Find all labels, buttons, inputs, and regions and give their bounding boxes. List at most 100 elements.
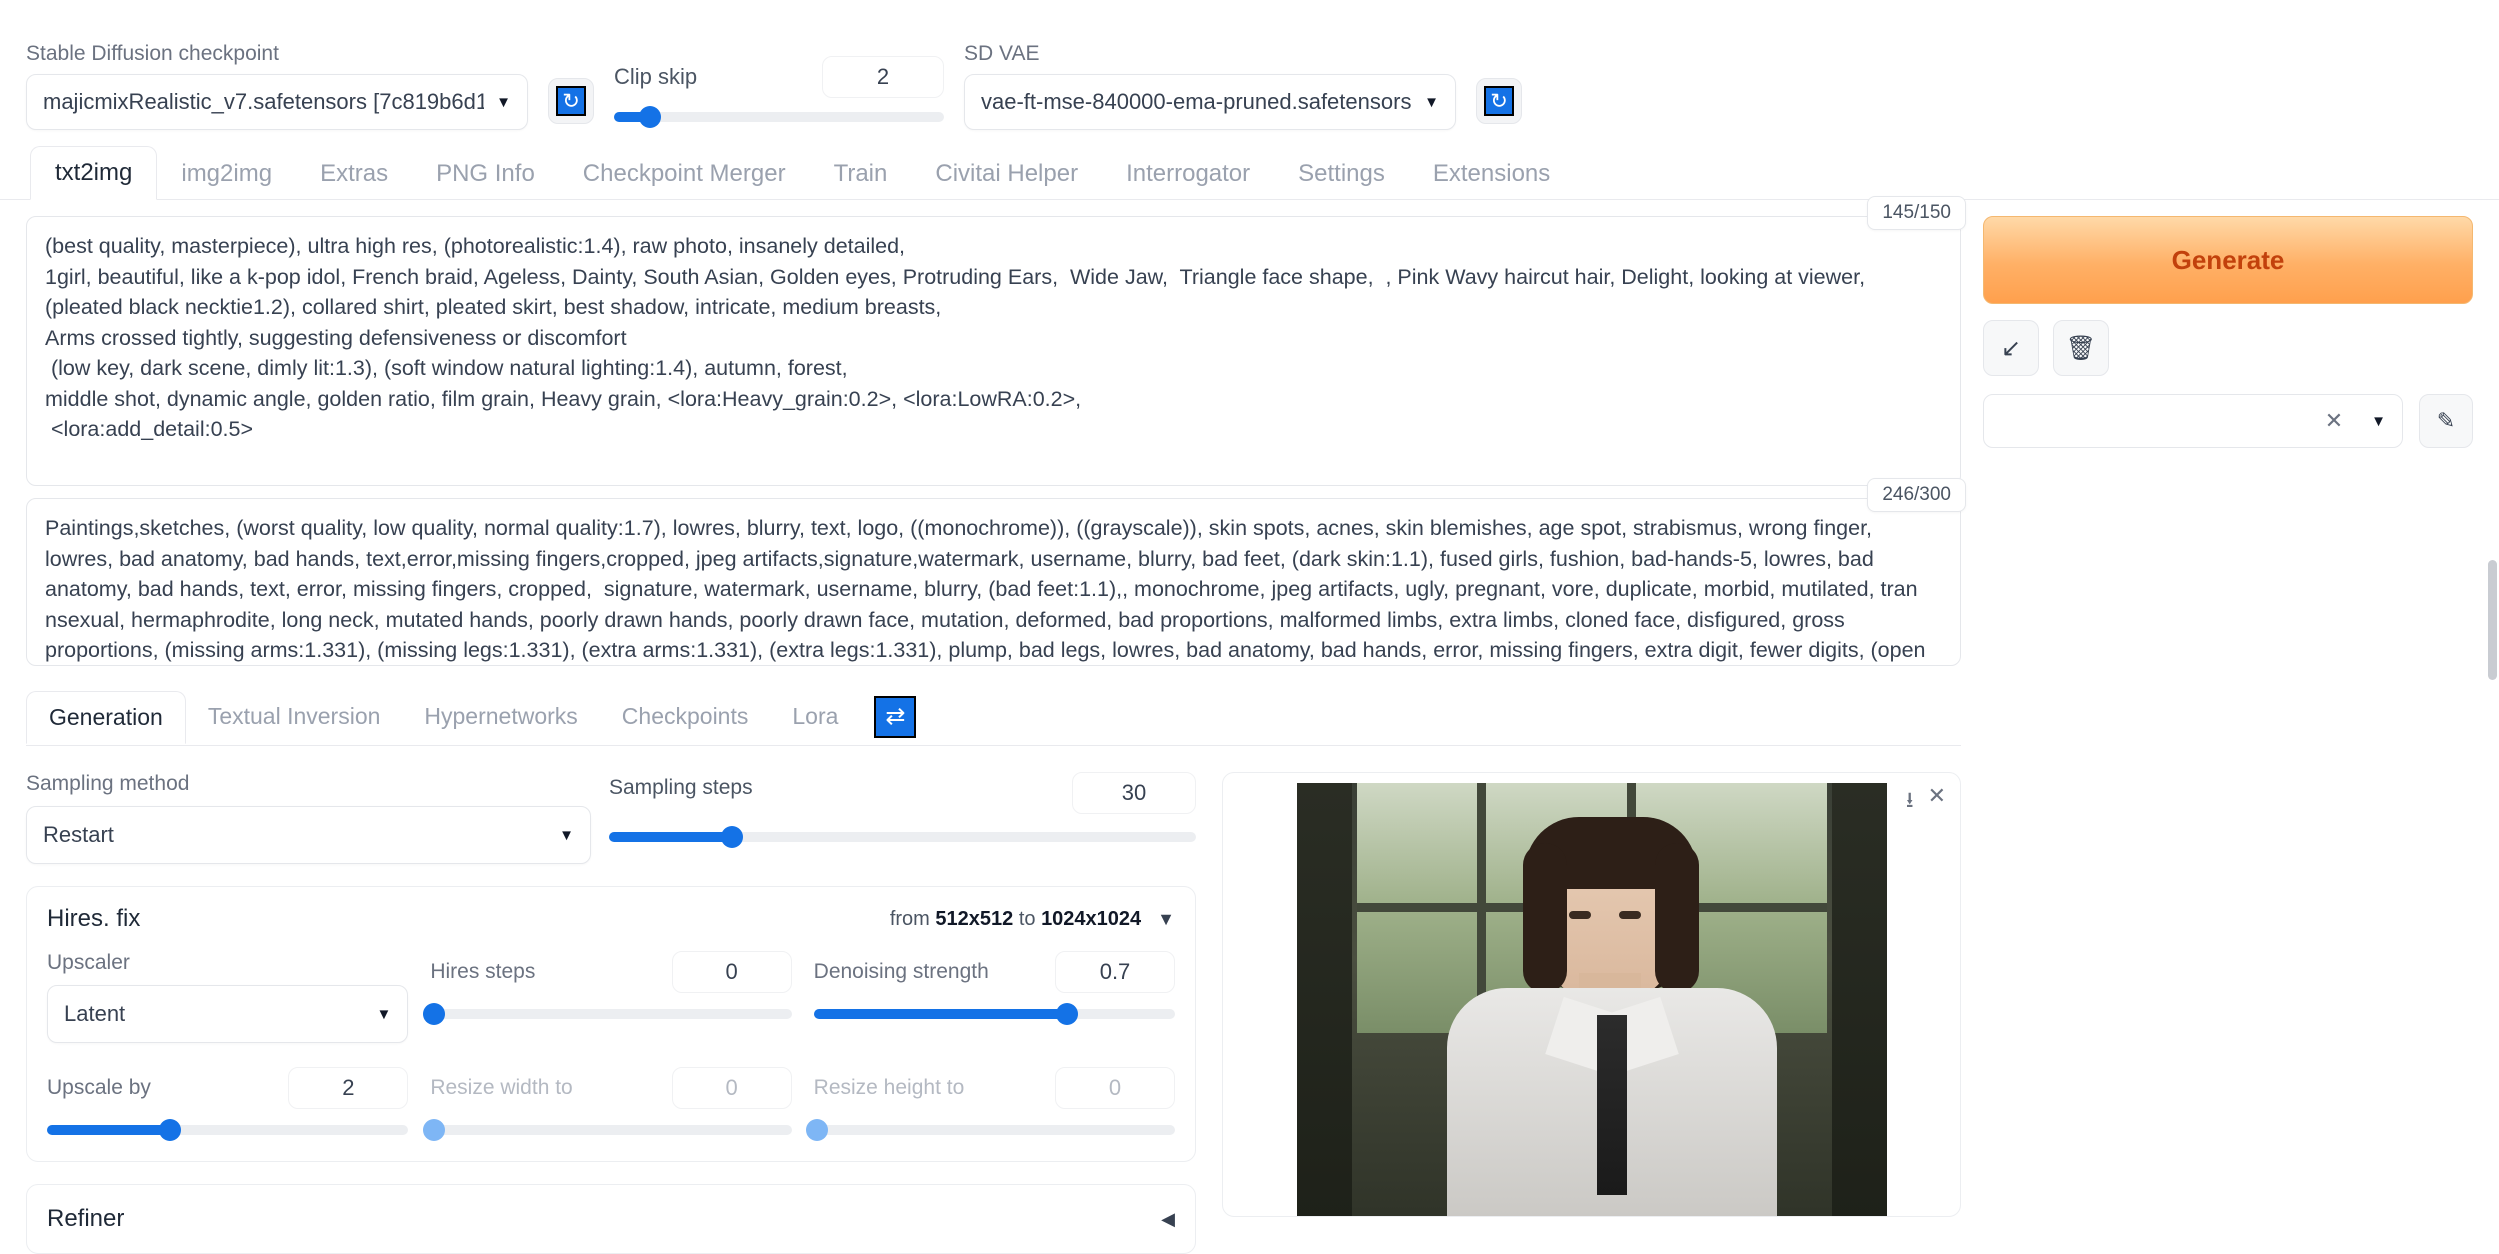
refiner-title: Refiner [47,1205,125,1232]
upscale-by-label: Upscale by [47,1076,151,1099]
tab-checkpoint-merger[interactable]: Checkpoint Merger [559,150,810,199]
tab-civitai-helper[interactable]: Civitai Helper [911,150,1102,199]
positive-token-counter: 145/150 [1867,196,1966,230]
tab-settings[interactable]: Settings [1274,150,1409,199]
subtab-generation[interactable]: Generation [26,690,186,744]
hires-steps-field: Hires steps 0 [422,951,792,1043]
close-x-icon[interactable]: ✕ [1928,783,1946,821]
tab-img2img[interactable]: img2img [157,150,296,199]
slider-thumb[interactable] [158,1119,181,1141]
extra-networks-tab-bar: Generation Textual Inversion Hypernetwor… [26,688,1961,746]
subtab-checkpoints[interactable]: Checkpoints [600,693,771,740]
slider-thumb[interactable] [806,1119,829,1141]
resize-width-label: Resize width to [430,1076,573,1099]
vae-label: SD VAE [964,41,1040,65]
hires-from-size: 512x512 [935,907,1014,930]
hires-to-size: 1024x1024 [1041,907,1142,930]
chevron-down-icon: ▼ [2371,412,2386,430]
denoising-strength-slider[interactable] [813,1003,1175,1025]
subtab-textual-inversion[interactable]: Textual Inversion [186,693,403,740]
slider-thumb[interactable] [422,1003,445,1025]
refiner-panel[interactable]: Refiner ◀ [26,1184,1196,1254]
preview-image-panel[interactable]: ⭳ ✕ [1222,772,1961,1217]
hires-fix-title: Hires. fix [47,905,141,932]
upscaler-dropdown[interactable]: Latent ▼ [47,985,409,1043]
generation-row: Sampling method Restart ▼ Sampling steps… [26,772,1961,1254]
slider-track [430,1009,792,1019]
upscaler-field: Upscaler Latent ▼ [47,951,409,1043]
chevron-down-icon: ▼ [559,826,574,844]
tab-txt2img[interactable]: txt2img [30,146,158,200]
clip-skip-input[interactable]: 2 [822,56,944,98]
upscaler-value: Latent [64,1001,126,1026]
resize-height-field: Resize height to 0 [806,1067,1175,1141]
hires-steps-label: Hires steps [430,960,536,983]
resize-width-slider[interactable] [422,1119,792,1141]
styles-dropdown[interactable]: ✕ ▼ [1983,394,2403,448]
checkpoint-dropdown[interactable]: majicmixRealistic_v7.safetensors [7c819b… [26,74,528,130]
arrow-down-left-icon[interactable]: ↙ [1983,320,2039,376]
refresh-vae-button[interactable]: ↻ [1476,78,1522,124]
resize-height-input[interactable]: 0 [1055,1067,1175,1109]
hires-steps-input[interactable]: 0 [671,951,792,993]
denoising-strength-field: Denoising strength 0.7 [813,951,1175,1043]
tab-extensions[interactable]: Extensions [1409,150,1574,199]
clear-x-icon[interactable]: ✕ [2325,408,2343,434]
refresh-extra-networks-icon[interactable]: ⇄ [874,695,917,738]
checkpoint-field: Stable Diffusion checkpoint majicmixReal… [26,41,528,130]
download-icon[interactable]: ⭳ [1906,783,1914,821]
chevron-down-icon: ▼ [496,93,511,111]
negative-prompt-wrap: 246/300 Paintings,sketches, (worst quali… [26,478,1966,666]
generated-image [1296,783,1887,1216]
tab-train[interactable]: Train [810,150,912,199]
hires-to-word: to [1018,907,1036,930]
hires-fix-panel: Hires. fix from 512x512 to 1024x1024 ▼ U… [26,886,1196,1162]
page-scrollbar[interactable] [2488,560,2497,680]
subtab-hypernetworks[interactable]: Hypernetworks [402,693,599,740]
upscale-by-slider[interactable] [47,1119,409,1141]
chevron-down-icon: ▼ [1424,93,1439,111]
resize-height-slider[interactable] [806,1119,1175,1141]
positive-prompt-input[interactable]: (best quality, masterpiece), ultra high … [26,216,1961,486]
upscale-by-input[interactable]: 2 [288,1067,409,1109]
slider-thumb[interactable] [422,1119,445,1141]
clip-skip-field: Clip skip 2 [614,56,944,128]
resize-height-label: Resize height to [813,1076,965,1099]
refresh-checkpoint-button[interactable]: ↻ [548,78,594,124]
negative-prompt-input[interactable]: Paintings,sketches, (worst quality, low … [26,498,1961,666]
refresh-icon: ↻ [1484,86,1514,116]
upscale-by-field: Upscale by 2 [47,1067,409,1141]
denoising-strength-input[interactable]: 0.7 [1055,951,1175,993]
triangle-down-icon[interactable]: ▼ [1157,909,1175,930]
checkpoint-label: Stable Diffusion checkpoint [26,41,279,65]
resize-width-input[interactable]: 0 [671,1067,792,1109]
denoising-strength-label: Denoising strength [813,960,989,983]
tab-extras[interactable]: Extras [296,150,412,199]
pencil-icon[interactable]: ✎ [2419,394,2473,448]
generation-settings: Sampling method Restart ▼ Sampling steps… [26,772,1196,1254]
trash-icon[interactable]: 🗑 [2053,320,2109,376]
vae-field: SD VAE vae-ft-mse-840000-ema-pruned.safe… [964,41,1456,130]
clip-skip-slider[interactable] [614,106,944,128]
triangle-left-icon[interactable]: ◀ [1161,1209,1175,1230]
sampling-steps-slider[interactable] [609,826,1196,848]
vae-dropdown[interactable]: vae-ft-mse-840000-ema-pruned.safetensors… [964,74,1456,130]
sampling-method-dropdown[interactable]: Restart ▼ [26,806,591,864]
tab-interrogator[interactable]: Interrogator [1102,150,1274,199]
slider-thumb[interactable] [721,826,744,848]
hires-controls-row-1: Upscaler Latent ▼ Hires steps 0 Denoisin… [47,951,1175,1043]
hires-steps-slider[interactable] [422,1003,792,1025]
slider-thumb[interactable] [1055,1003,1078,1025]
tab-png-info[interactable]: PNG Info [412,150,559,199]
sampling-steps-input[interactable]: 30 [1072,772,1196,814]
negative-token-counter: 246/300 [1867,478,1966,512]
slider-fill [47,1125,170,1135]
slider-thumb[interactable] [639,106,662,128]
slider-track [614,112,944,122]
generate-button[interactable]: Generate [1983,216,2473,304]
subtab-lora[interactable]: Lora [770,693,860,740]
sampling-steps-label: Sampling steps [609,776,753,799]
sampling-steps-field: Sampling steps 30 [609,772,1196,864]
hires-controls-row-2: Upscale by 2 Resize width to 0 Resize he… [47,1067,1175,1141]
output-gallery: ⭳ ✕ [1222,772,1961,1254]
